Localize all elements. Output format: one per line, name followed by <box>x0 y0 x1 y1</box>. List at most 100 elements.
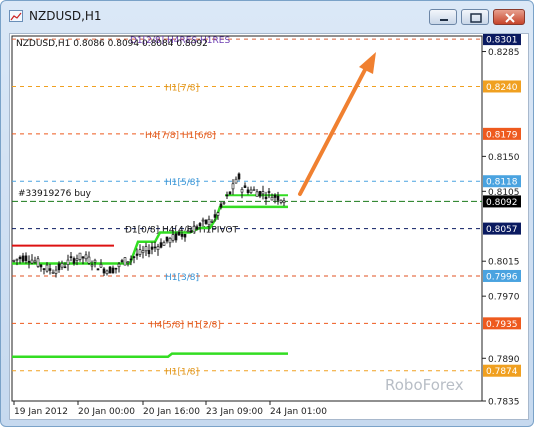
candle-body <box>147 250 151 255</box>
candle-body <box>261 191 265 195</box>
watermark: RoboForex <box>385 376 464 394</box>
candle-body <box>15 258 19 261</box>
candle-body <box>84 254 88 260</box>
candle-body <box>216 212 220 216</box>
y-tick-label: 0.8285 <box>488 48 520 58</box>
candle-body <box>117 263 121 268</box>
candle-body <box>201 219 205 222</box>
price-badge-label: 0.7874 <box>486 367 518 377</box>
current-price-label: 0.8092 <box>486 198 518 208</box>
candle-body <box>93 259 97 263</box>
close-icon <box>505 13 515 23</box>
candle-body <box>105 270 109 274</box>
candle-body <box>264 196 268 199</box>
x-tick-label: 20 Jan 00:00 <box>78 407 135 417</box>
candle-body <box>222 202 226 204</box>
candle-body <box>24 255 28 261</box>
price-badge-label: 0.7935 <box>486 320 518 330</box>
candle-body <box>174 233 178 241</box>
candle-body <box>165 236 169 242</box>
x-tick-label: 19 Jan 2012 <box>14 407 68 417</box>
candle-body <box>57 263 61 271</box>
candle-body <box>33 260 37 263</box>
level-label: H1[3/8] <box>165 273 199 283</box>
price-badge-label: 0.8240 <box>486 83 518 93</box>
candle-body <box>159 242 163 248</box>
candle-body <box>189 230 193 233</box>
candle-body <box>228 191 232 195</box>
candle-body <box>42 268 46 270</box>
candle-body <box>63 266 67 269</box>
price-badge-label: 0.8118 <box>486 178 518 188</box>
candle-body <box>192 226 196 233</box>
candle-body <box>87 256 91 264</box>
price-badge-label: 0.7996 <box>486 272 518 282</box>
maximize-button[interactable] <box>461 9 489 25</box>
candle-body <box>75 258 79 261</box>
level-label: H1[1/8] <box>165 368 199 378</box>
candle-body <box>81 256 85 259</box>
minimize-button[interactable] <box>429 9 457 25</box>
candle-body <box>141 250 145 253</box>
candle-body <box>273 194 277 198</box>
candle-body <box>12 260 16 262</box>
candle-body <box>252 189 256 191</box>
candle-body <box>168 238 172 244</box>
candle-body <box>249 189 253 193</box>
candle-body <box>102 268 106 274</box>
candle-body <box>114 267 118 270</box>
y-tick-label: 0.8150 <box>488 153 520 163</box>
candle-body <box>90 264 94 267</box>
candle-body <box>96 268 100 271</box>
close-button[interactable] <box>493 9 525 25</box>
candle-body <box>243 185 247 188</box>
candle-body <box>177 231 181 236</box>
chart-window: NZDUSD,H1 0.8301 D1[2/8] H4RES H1RES 0.824… <box>0 0 534 427</box>
candle-body <box>240 189 244 193</box>
candle-body <box>207 218 211 226</box>
level-label: H4[7/8] H1[6/8] <box>145 131 216 141</box>
chart-canvas: 0.8301D1[2/8] H4RES H1RES0.8240H1[7/8]0.… <box>11 34 521 417</box>
candle-body <box>144 246 148 252</box>
candle-body <box>69 256 73 258</box>
candle-body <box>72 258 76 264</box>
candle-body <box>237 173 241 180</box>
candle-body <box>99 264 103 268</box>
candle-body <box>204 219 208 224</box>
candle-body <box>180 233 184 237</box>
candle-body <box>213 214 217 218</box>
level-label: H4[5/8] H1[2/8] <box>150 320 221 330</box>
candle-body <box>183 234 187 238</box>
title-bar[interactable]: NZDUSD,H1 <box>1 1 533 31</box>
candle-body <box>48 268 52 271</box>
price-badge-label: 0.8301 <box>486 36 518 46</box>
candle-body <box>27 260 31 263</box>
candle-body <box>36 258 40 267</box>
candle-body <box>270 197 274 201</box>
candle-body <box>234 178 238 184</box>
plot-area <box>11 35 483 402</box>
price-badge-label: 0.8179 <box>486 130 518 140</box>
candle-body <box>225 194 229 197</box>
candle-body <box>111 267 115 274</box>
x-tick-label: 24 Jan 01:00 <box>270 407 327 417</box>
restore-icon <box>470 13 482 23</box>
candle-body <box>123 257 127 266</box>
window-title: NZDUSD,H1 <box>29 9 102 23</box>
candle-body <box>126 261 130 263</box>
y-tick-label: 0.7890 <box>488 355 520 365</box>
candle-body <box>18 256 22 260</box>
minimize-icon <box>440 19 448 21</box>
candle-body <box>267 191 271 193</box>
y-tick-label: 0.7835 <box>488 398 520 408</box>
level-label: H1[5/8] <box>165 178 199 188</box>
candle-body <box>66 259 70 265</box>
candle-body <box>150 246 154 250</box>
candle-body <box>135 253 139 256</box>
candle-body <box>258 191 262 197</box>
candle-body <box>198 223 202 226</box>
candle-body <box>255 191 259 197</box>
price-chart[interactable]: 0.8301 D1[2/8] H4RES H1RES 0.8240 H1[7/8] 0.… <box>9 33 529 420</box>
candle-body <box>108 266 112 274</box>
candle-body <box>171 234 175 241</box>
